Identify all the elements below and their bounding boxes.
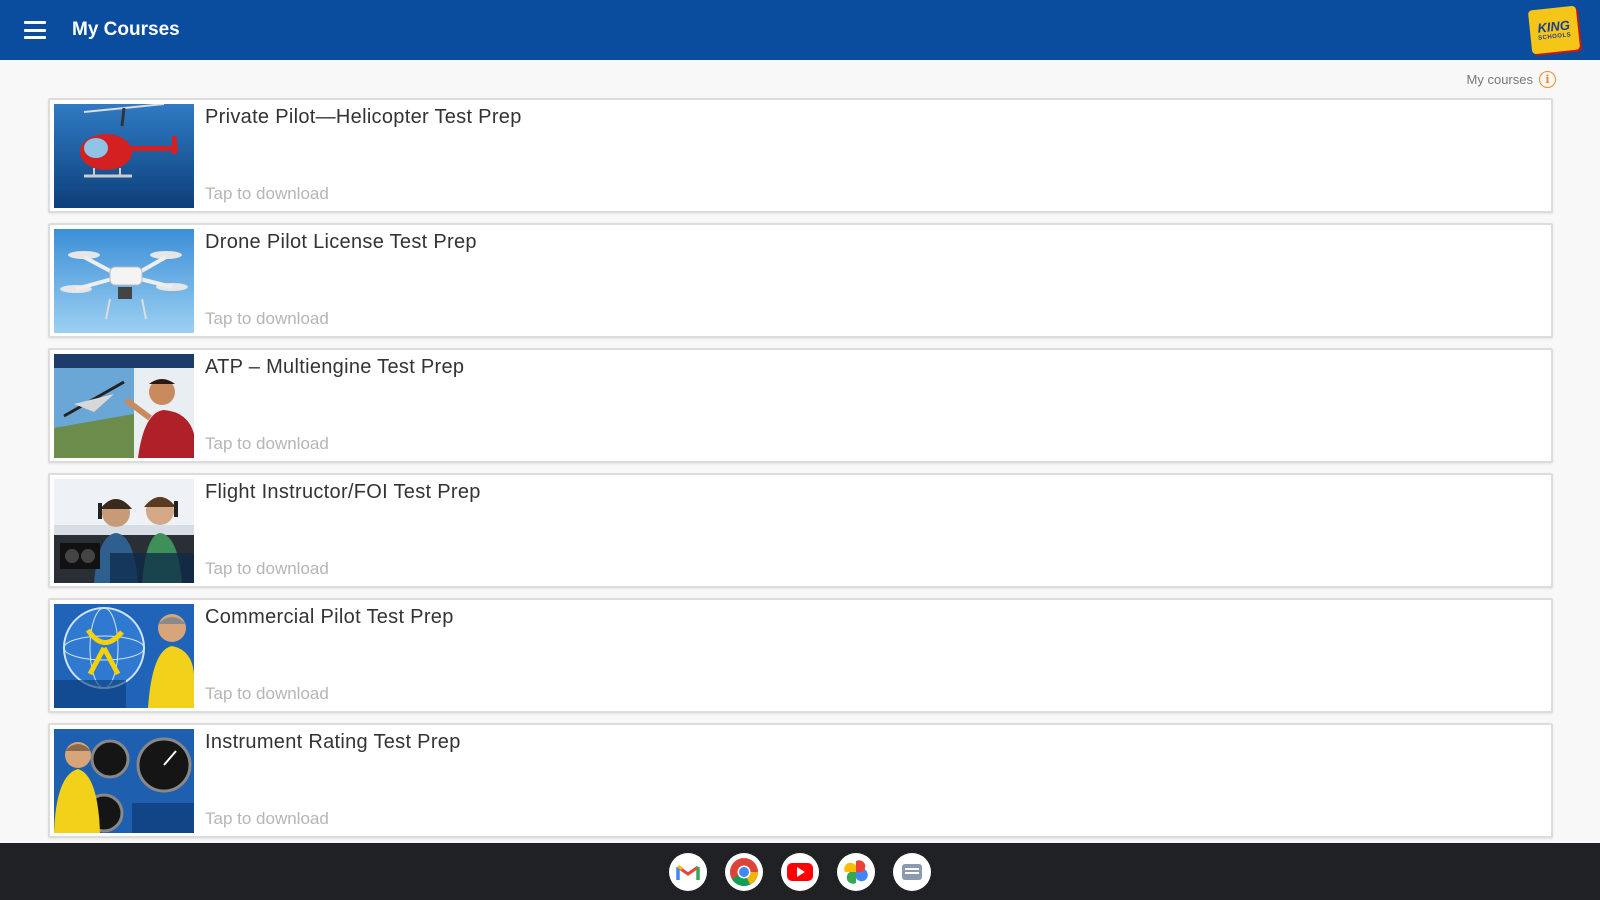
course-status: Tap to download: [205, 434, 329, 453]
course-status: Tap to download: [205, 684, 329, 703]
course-title: Commercial Pilot Test Prep: [205, 606, 454, 628]
coriolis-force-thumbnail: [54, 604, 194, 708]
my-courses-label: My courses: [1466, 72, 1533, 87]
course-card[interactable]: ATP – Multiengine Test Prep Tap to downl…: [48, 348, 1553, 463]
course-title: Private Pilot—Helicopter Test Prep: [205, 106, 522, 128]
helicopter-thumbnail: [54, 104, 194, 208]
photos-icon[interactable]: [837, 852, 875, 891]
messages-icon[interactable]: [893, 852, 931, 891]
course-status: Tap to download: [205, 559, 329, 578]
my-courses-link[interactable]: My courses i: [1467, 71, 1556, 88]
app-bar: My Courses KING SCHOOLS: [0, 0, 1600, 60]
atp-instructor-thumbnail: [54, 354, 194, 458]
course-card[interactable]: Private Pilot—Helicopter Test Prep Tap t…: [48, 98, 1553, 213]
gmail-icon[interactable]: [669, 852, 707, 891]
drone-thumbnail: [54, 229, 194, 333]
course-title: Flight Instructor/FOI Test Prep: [205, 481, 481, 503]
course-status: Tap to download: [205, 184, 329, 203]
hamburger-menu-icon[interactable]: [24, 21, 46, 39]
course-card[interactable]: Commercial Pilot Test Prep Tap to downlo…: [48, 598, 1553, 713]
course-card[interactable]: Flight Instructor/FOI Test Prep Tap to d…: [48, 473, 1553, 588]
course-status: Tap to download: [205, 809, 329, 828]
course-status: Tap to download: [205, 309, 329, 328]
course-title: ATP – Multiengine Test Prep: [205, 356, 465, 378]
chrome-icon[interactable]: [725, 852, 763, 891]
cockpit-thumbnail: [54, 479, 194, 583]
youtube-icon[interactable]: [781, 852, 819, 891]
info-icon[interactable]: i: [1539, 71, 1556, 88]
system-taskbar: [0, 843, 1600, 900]
course-title: Drone Pilot License Test Prep: [205, 231, 477, 253]
page-title: My Courses: [72, 19, 180, 40]
course-list: Private Pilot—Helicopter Test Prep Tap t…: [48, 98, 1553, 848]
instruments-thumbnail: [54, 729, 194, 833]
king-schools-logo: KING SCHOOLS: [1527, 5, 1581, 55]
course-card[interactable]: Instrument Rating Test Prep Tap to downl…: [48, 723, 1553, 838]
course-title: Instrument Rating Test Prep: [205, 731, 461, 753]
course-card[interactable]: Drone Pilot License Test Prep Tap to dow…: [48, 223, 1553, 338]
